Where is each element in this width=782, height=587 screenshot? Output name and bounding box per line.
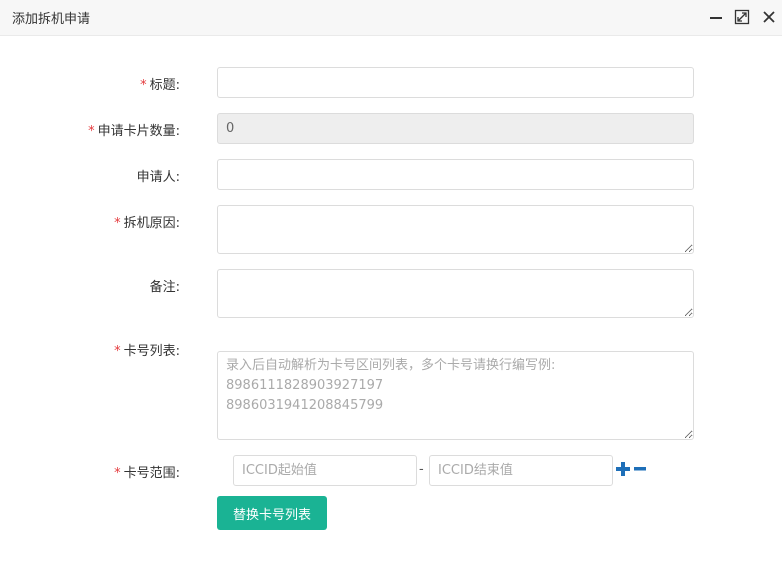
minimize-icon[interactable]	[708, 9, 724, 25]
title-input[interactable]	[217, 67, 694, 98]
card-range-label: * 卡号范围:	[0, 462, 180, 481]
close-icon[interactable]	[761, 9, 777, 25]
iccid-start-input[interactable]	[233, 455, 417, 486]
reason-textarea[interactable]	[217, 205, 694, 254]
card-list-textarea[interactable]	[217, 351, 694, 440]
title-label-text: 标题:	[149, 78, 180, 93]
remark-textarea[interactable]	[217, 269, 694, 318]
card-count-input	[217, 113, 694, 144]
dialog-titlebar: 添加拆机申请	[0, 0, 782, 36]
reason-label-text: 拆机原因:	[123, 216, 180, 231]
required-mark: *	[114, 466, 121, 481]
applicant-label: 申请人:	[0, 166, 180, 185]
card-count-label: * 申请卡片数量:	[0, 120, 180, 139]
reason-label: * 拆机原因:	[0, 212, 180, 231]
applicant-input[interactable]	[217, 159, 694, 190]
range-separator: -	[419, 462, 424, 477]
required-mark: *	[140, 78, 147, 93]
plus-icon[interactable]	[616, 462, 630, 476]
card-range-label-text: 卡号范围:	[123, 466, 180, 481]
card-list-label-text: 卡号列表:	[123, 344, 180, 359]
replace-card-list-button[interactable]: 替换卡号列表	[217, 496, 327, 530]
iccid-end-input[interactable]	[429, 455, 613, 486]
required-mark: *	[88, 124, 95, 139]
remark-label: 备注:	[0, 276, 180, 295]
title-label: * 标题:	[0, 74, 180, 93]
required-mark: *	[114, 216, 121, 231]
card-count-label-text: 申请卡片数量:	[97, 124, 180, 139]
required-mark: *	[114, 344, 121, 359]
dialog-title: 添加拆机申请	[12, 12, 91, 27]
applicant-label-text: 申请人:	[136, 170, 180, 185]
remark-label-text: 备注:	[149, 280, 180, 295]
maximize-icon[interactable]	[734, 9, 750, 25]
card-list-label: * 卡号列表:	[0, 340, 180, 359]
minus-icon[interactable]	[633, 462, 647, 476]
